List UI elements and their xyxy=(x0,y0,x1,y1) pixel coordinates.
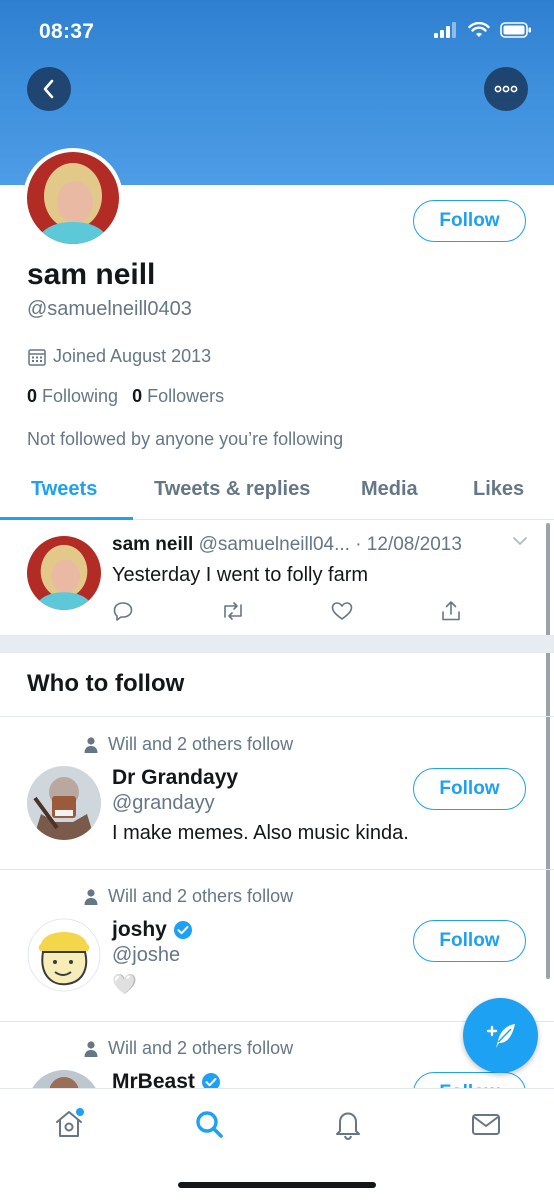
status-icons xyxy=(434,22,532,38)
suggestion-name-text: Dr Grandayy xyxy=(112,766,239,789)
joined-text: Joined August 2013 xyxy=(53,346,212,366)
suggestion-handle: @joshe xyxy=(112,944,181,966)
social-context-text: Will and 2 others follow xyxy=(108,734,294,754)
divider xyxy=(0,869,554,870)
social-context: Will and 2 others follow xyxy=(84,1038,293,1059)
calendar-icon xyxy=(28,348,46,366)
profile-tabs: Tweets Tweets & replies Media Likes xyxy=(0,466,554,520)
joined-date: Joined August 2013 xyxy=(27,346,211,367)
battery-icon xyxy=(500,22,531,38)
following-label: Following xyxy=(42,386,119,406)
tweet-avatar-image xyxy=(27,536,101,610)
suggestion-name: Dr Grandayy xyxy=(112,766,238,790)
chevron-left-icon xyxy=(43,79,54,99)
suggestion-avatar[interactable] xyxy=(27,766,101,840)
tweet[interactable]: sam neill @samuelneill04... · 12/08/2013… xyxy=(0,520,554,635)
suggestion-avatar-image xyxy=(27,766,101,840)
more-icon xyxy=(494,85,518,93)
suggestion-bio: 🤍 xyxy=(112,974,137,996)
social-context-text: Will and 2 others follow xyxy=(108,886,294,906)
tab-tweets[interactable]: Tweets xyxy=(31,478,97,501)
profile-avatar[interactable] xyxy=(23,148,123,248)
chevron-down-icon[interactable] xyxy=(512,536,528,546)
verified-badge-icon xyxy=(173,921,192,939)
followers-count-link[interactable]: 0 Followers xyxy=(132,386,224,407)
tab-likes[interactable]: Likes xyxy=(473,478,524,501)
social-context-text: Will and 2 others follow xyxy=(108,1038,294,1058)
profile-avatar-image xyxy=(27,152,119,244)
tweet-date: · 12/08/2013 xyxy=(355,534,462,555)
wifi-icon xyxy=(468,22,490,37)
messages-mail-icon[interactable] xyxy=(469,1107,503,1141)
home-icon[interactable] xyxy=(52,1107,86,1141)
follow-button[interactable]: Follow xyxy=(413,920,526,962)
compose-feather-icon xyxy=(486,1023,515,1048)
status-bar: 08:37 xyxy=(0,0,554,66)
profile-name: sam neill xyxy=(27,258,156,291)
tweet-author-name: sam neill xyxy=(112,534,194,555)
cellular-signal-icon xyxy=(434,22,456,38)
reply-icon[interactable] xyxy=(112,600,134,627)
suggestion-bio: I make memes. Also music kinda. xyxy=(112,822,409,844)
followers-count: 0 xyxy=(132,386,143,406)
follow-counts: 0 Following 0 Followers xyxy=(27,386,224,407)
person-icon xyxy=(84,1040,98,1057)
share-icon[interactable] xyxy=(440,600,462,627)
social-context: Will and 2 others follow xyxy=(84,734,293,755)
person-icon xyxy=(84,888,98,905)
follow-button[interactable]: Follow xyxy=(413,768,526,810)
status-time: 08:37 xyxy=(39,20,95,43)
following-count-link[interactable]: 0 Following xyxy=(27,386,118,407)
back-button[interactable] xyxy=(27,67,71,111)
followers-label: Followers xyxy=(147,386,225,406)
person-icon xyxy=(84,736,98,753)
suggestion-name-text: joshy xyxy=(112,918,167,941)
tweet-text: Yesterday I went to folly farm xyxy=(112,564,369,586)
compose-tweet-button[interactable] xyxy=(463,998,538,1073)
suggestion-handle: @grandayy xyxy=(112,792,215,814)
like-icon[interactable] xyxy=(330,600,354,627)
tab-media[interactable]: Media xyxy=(361,478,418,501)
notifications-bell-icon[interactable] xyxy=(331,1107,365,1141)
suggestion-name: joshy xyxy=(112,918,193,942)
who-to-follow-title: Who to follow xyxy=(27,670,185,697)
tab-tweets-replies[interactable]: Tweets & replies xyxy=(154,478,310,501)
retweet-icon[interactable] xyxy=(220,600,246,627)
social-context: Will and 2 others follow xyxy=(84,886,293,907)
tweet-author-handle: @samuelneill04... xyxy=(198,534,350,555)
tweet-header: sam neill @samuelneill04... · 12/08/2013 xyxy=(112,534,462,556)
more-options-button[interactable] xyxy=(484,67,528,111)
tweet-actions xyxy=(112,600,482,626)
tweet-avatar[interactable] xyxy=(27,536,101,610)
scrollbar[interactable] xyxy=(546,523,550,979)
home-indicator[interactable] xyxy=(178,1182,376,1188)
suggestion-avatar[interactable] xyxy=(27,918,101,992)
search-icon[interactable] xyxy=(192,1107,226,1141)
profile-handle: @samuelneill0403 xyxy=(27,298,192,320)
divider xyxy=(0,716,554,717)
suggestion-avatar-image xyxy=(27,918,101,992)
section-separator xyxy=(0,635,554,653)
follow-button[interactable]: Follow xyxy=(413,200,526,242)
following-count: 0 xyxy=(27,386,38,406)
not-followed-text: Not followed by anyone you’re following xyxy=(27,429,344,449)
